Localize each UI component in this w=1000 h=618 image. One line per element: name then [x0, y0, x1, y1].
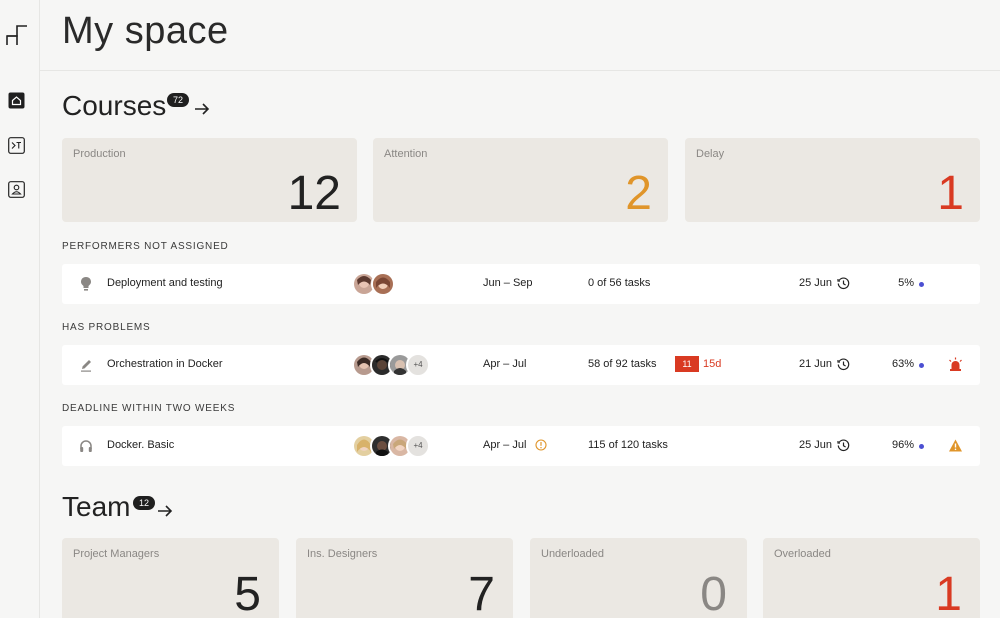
lightbulb-icon: [81, 277, 91, 291]
clock-icon: [837, 358, 850, 371]
avatars-more[interactable]: +4: [406, 434, 430, 458]
course-tasks: 58 of 92 tasks: [588, 358, 657, 370]
avatar: [371, 272, 395, 296]
stat-value: 5: [234, 568, 261, 618]
logo-icon[interactable]: [6, 24, 28, 46]
stat-card-ins-designers[interactable]: Ins. Designers 7: [296, 538, 513, 618]
course-row[interactable]: Docker. Basic +4 Apr – Jul 115 of 120 ta…: [62, 426, 980, 466]
stat-label: Overloaded: [774, 548, 831, 560]
clock-icon: [837, 277, 850, 290]
stat-value: 1: [937, 167, 964, 220]
pencil-icon: [81, 360, 91, 372]
course-title[interactable]: Docker. Basic: [107, 439, 174, 451]
sidebar: [0, 0, 40, 618]
siren-icon[interactable]: [948, 357, 963, 372]
info-icon[interactable]: [535, 439, 547, 451]
team-arrow-icon[interactable]: [156, 502, 174, 520]
course-progress: 5%: [898, 277, 914, 289]
course-due-date: 25 Jun: [799, 277, 833, 289]
stat-value: 1: [935, 568, 962, 618]
group-label-deadline: DEADLINE WITHIN TWO WEEKS: [62, 403, 236, 414]
warning-icon[interactable]: [948, 438, 963, 453]
stat-value: 7: [468, 568, 495, 618]
courses-icon[interactable]: [8, 137, 25, 154]
home-icon[interactable]: [8, 92, 25, 109]
headphones-icon: [80, 440, 92, 452]
stat-card-underloaded[interactable]: Underloaded 0: [530, 538, 747, 618]
course-progress: 96%: [891, 439, 914, 451]
team-count-badge: 12: [133, 496, 155, 510]
stat-value: 2: [625, 167, 652, 220]
group-label-not-assigned: PERFORMERS NOT ASSIGNED: [62, 241, 229, 252]
stat-card-overloaded[interactable]: Overloaded 1: [763, 538, 980, 618]
stat-label: Ins. Designers: [307, 548, 378, 560]
course-tasks: 0 of 56 tasks: [588, 277, 651, 289]
stat-label: Delay: [696, 148, 725, 160]
stat-card-production[interactable]: Production 12: [62, 138, 357, 222]
courses-arrow-icon[interactable]: [193, 100, 211, 118]
course-title[interactable]: Deployment and testing: [107, 277, 223, 289]
overdue-days: 15d: [703, 358, 722, 370]
page-header: My space: [40, 0, 1000, 71]
team-title[interactable]: Team: [62, 491, 130, 523]
course-dates: Jun – Sep: [483, 277, 533, 289]
stat-card-attention[interactable]: Attention 2: [373, 138, 668, 222]
stat-card-delay[interactable]: Delay 1: [685, 138, 980, 222]
clock-icon: [837, 439, 850, 452]
course-progress: 63%: [891, 358, 914, 370]
profile-icon[interactable]: [8, 181, 25, 198]
avatars-more[interactable]: +4: [406, 353, 430, 377]
course-row[interactable]: Orchestration in Docker +4 Apr – Jul 58 …: [62, 345, 980, 385]
course-dates: Apr – Jul: [483, 439, 527, 451]
course-dates: Apr – Jul: [483, 358, 527, 370]
stat-label: Project Managers: [73, 548, 160, 560]
course-title[interactable]: Orchestration in Docker: [107, 358, 223, 370]
group-label-has-problems: HAS PROBLEMS: [62, 322, 151, 333]
course-row[interactable]: Deployment and testing Jun – Sep 0 of 56…: [62, 264, 980, 304]
stat-value: 0: [700, 568, 727, 618]
stat-card-project-managers[interactable]: Project Managers 5: [62, 538, 279, 618]
overdue-count-badge: 11: [675, 356, 699, 372]
status-dot: [919, 444, 924, 449]
courses-count-badge: 72: [167, 93, 189, 107]
status-dot: [919, 363, 924, 368]
stat-label: Underloaded: [541, 548, 604, 560]
course-due-date: 21 Jun: [799, 358, 833, 370]
course-due-date: 25 Jun: [799, 439, 833, 451]
stat-value: 12: [287, 167, 341, 220]
course-tasks: 115 of 120 tasks: [588, 439, 668, 451]
page-title: My space: [62, 10, 229, 52]
stat-label: Attention: [384, 148, 428, 160]
status-dot: [919, 282, 924, 287]
courses-title[interactable]: Courses: [62, 90, 166, 122]
stat-label: Production: [73, 148, 126, 160]
